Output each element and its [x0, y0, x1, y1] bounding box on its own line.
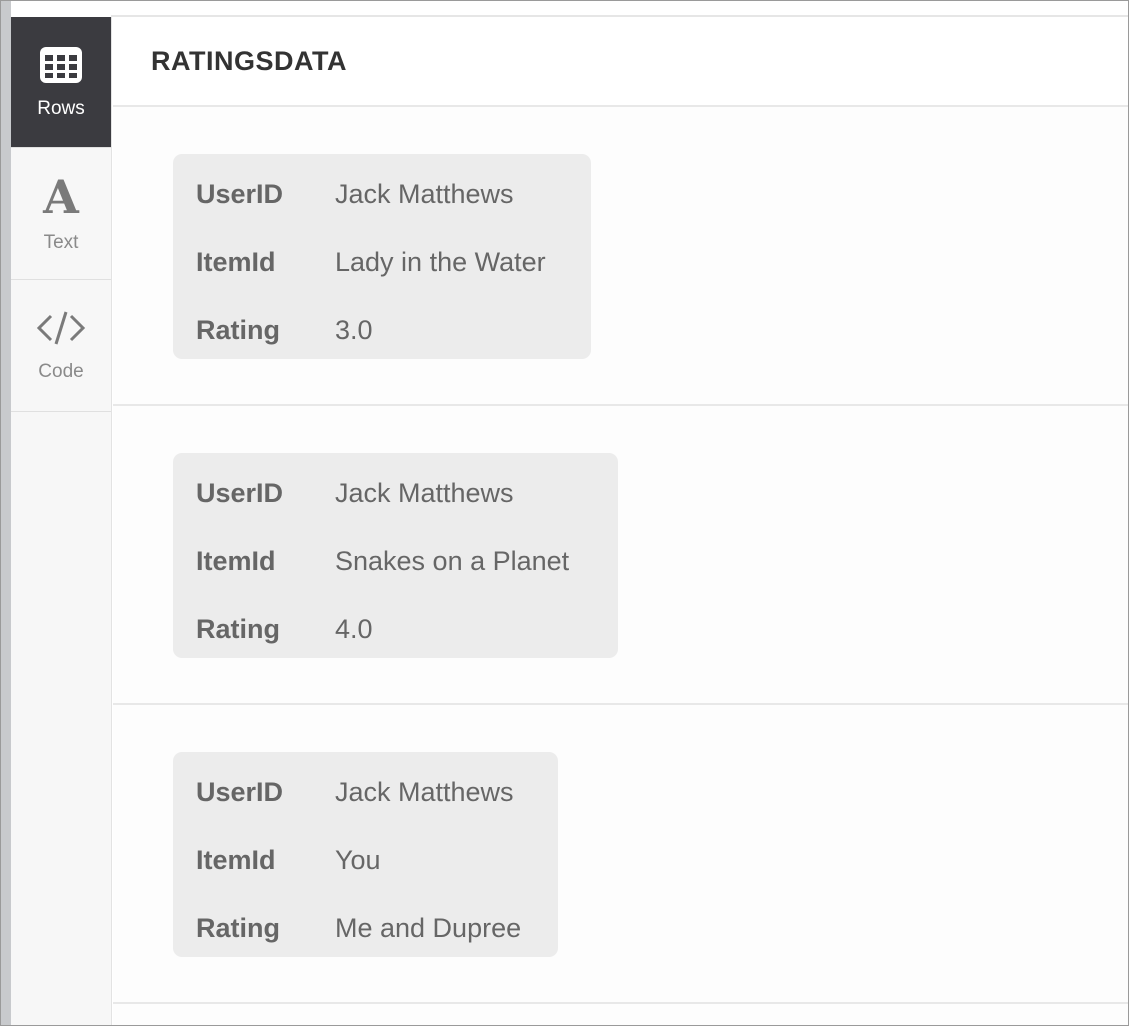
field-value: 3.0 — [335, 314, 373, 345]
code-brackets-icon — [35, 308, 87, 353]
main-panel: RATINGSDATA UserID Jack Matthews ItemId … — [113, 17, 1128, 1025]
field-key: ItemId — [196, 545, 276, 576]
sidebar-item-label: Code — [38, 361, 84, 382]
sidebar-item-rows[interactable]: Rows — [11, 17, 111, 148]
field-key: Rating — [196, 314, 280, 345]
svg-text:A: A — [42, 173, 80, 219]
record-card: UserID Jack Matthews ItemId Lady in the … — [173, 154, 591, 359]
left-edge-strip — [1, 1, 11, 1025]
view-sidebar: Rows A Text Code — [11, 17, 112, 1025]
field-value: You — [335, 844, 381, 875]
field-key: UserID — [196, 178, 284, 209]
field-value: Jack Matthews — [335, 776, 514, 807]
record-field: Rating 3.0 — [196, 296, 569, 364]
field-key: UserID — [196, 776, 284, 807]
row-section: UserID Jack Matthews ItemId You Rating M… — [113, 705, 1128, 1004]
record-field: UserID Jack Matthews — [196, 758, 536, 826]
field-value: Jack Matthews — [335, 477, 514, 508]
record-card: UserID Jack Matthews ItemId Snakes on a … — [173, 453, 618, 658]
record-field: UserID Jack Matthews — [196, 459, 596, 527]
table-grid-icon — [38, 45, 84, 90]
record-field: Rating 4.0 — [196, 595, 596, 663]
record-field: ItemId Snakes on a Planet — [196, 527, 596, 595]
field-value: 4.0 — [335, 613, 373, 644]
sidebar-item-code[interactable]: Code — [11, 280, 111, 412]
record-field: Rating Me and Dupree — [196, 894, 536, 962]
field-value: Snakes on a Planet — [335, 545, 570, 576]
app-frame: Rows A Text Code RATINGSDATA UserID Jack… — [0, 0, 1129, 1026]
panel-header: RATINGSDATA — [113, 17, 1128, 107]
field-key: UserID — [196, 477, 284, 508]
field-key: ItemId — [196, 844, 276, 875]
row-section: UserID Jack Matthews ItemId Lady in the … — [113, 107, 1128, 406]
field-key: Rating — [196, 912, 280, 943]
sidebar-item-label: Rows — [37, 97, 85, 119]
record-field: ItemId Lady in the Water — [196, 228, 569, 296]
record-field: UserID Jack Matthews — [196, 160, 569, 228]
record-card: UserID Jack Matthews ItemId You Rating M… — [173, 752, 558, 957]
sidebar-item-text[interactable]: A Text — [11, 148, 111, 280]
page-title: RATINGSDATA — [151, 45, 347, 76]
sidebar-item-label: Text — [43, 232, 79, 253]
field-key: ItemId — [196, 246, 276, 277]
field-value: Lady in the Water — [335, 246, 546, 277]
field-value: Me and Dupree — [335, 912, 522, 943]
field-value: Jack Matthews — [335, 178, 514, 209]
field-key: Rating — [196, 613, 280, 644]
letter-a-icon: A — [36, 170, 86, 224]
record-field: ItemId You — [196, 826, 536, 894]
row-section: UserID Jack Matthews ItemId Snakes on a … — [113, 406, 1128, 705]
